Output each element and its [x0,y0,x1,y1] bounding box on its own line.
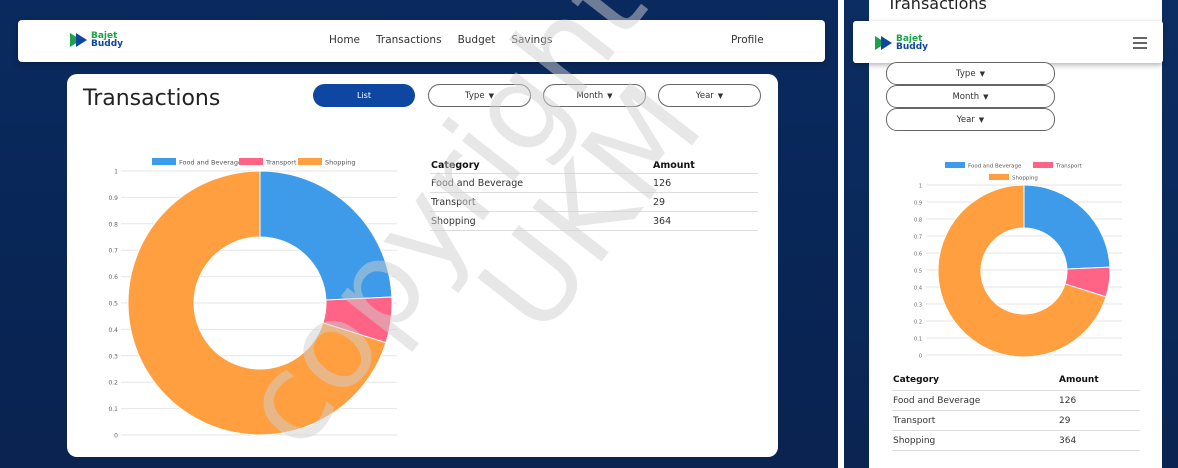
legend-swatch [152,158,176,165]
cell-category: Food and Beverage [893,395,981,406]
logo-icon [70,33,88,47]
y-tick-label: 1 [114,169,118,176]
doughnut-chart: 1 0.9 0.8 0.7 0.6 0.5 0.4 0.3 0.2 0.1 0 Food and Be… [108,158,397,440]
table-header: Category Amount [892,375,1140,390]
table-row: Food and Beverage 126 [430,173,758,192]
nav-home[interactable]: Home [329,34,360,46]
y-tick-label: 0.2 [108,380,118,387]
cell-category: Shopping [431,215,476,227]
nav-transactions[interactable]: Transactions [376,34,442,46]
year-filter-label: Year [956,114,975,125]
caret-down-icon: ▼ [978,115,985,124]
y-tick-label: 0 [114,433,118,440]
mobile-brand-logo[interactable]: Bajet Buddy [875,35,929,52]
table-header: Category Amount [430,160,758,173]
legend-label: Food and Beverage [179,159,242,167]
caret-down-icon: ▼ [983,92,989,101]
mobile-page-title: Transactions [887,0,987,13]
cell-category: Food and Beverage [431,177,524,189]
legend-label: Transport [265,159,297,167]
mobile-navbar: Bajet Buddy [853,21,1163,63]
legend-swatch [239,158,263,165]
doughnut-slice [259,170,393,301]
nav-profile[interactable]: Profile [731,34,764,46]
cell-amount: 29 [1059,415,1071,426]
nav-budget[interactable]: Budget [458,34,496,46]
table-row: Shopping 364 [892,430,1140,451]
y-tick-label: 0.7 [108,248,118,255]
cell-category: Transport [431,196,476,208]
mobile-month-filter[interactable]: Month ▼ [886,85,1055,108]
type-filter-label: Type [956,68,976,79]
cell-category: Shopping [893,435,936,446]
header-category: Category [893,375,940,385]
cell-amount: 126 [653,177,672,189]
hamburger-menu-icon[interactable] [1133,37,1147,52]
brand-logo[interactable]: Bajet Buddy [70,32,124,49]
y-tick-label: 0.3 [108,353,118,360]
cell-category: Transport [893,415,936,426]
month-filter-label: Month [952,91,980,102]
header-amount: Amount [1059,375,1099,385]
cell-amount: 364 [653,215,672,227]
transactions-card: Transactions List Type ▼ Month ▼ Year ▼ 1 0.… [67,74,778,457]
y-tick-label: 0.1 [108,406,118,413]
header-amount: Amount [653,160,695,171]
table-row: Shopping 364 [430,211,758,231]
table-row: Transport 29 [430,192,758,211]
y-tick-label: 0.5 [108,301,118,308]
brand-line2: Buddy [91,39,124,49]
legend-swatch [298,158,322,165]
nav-savings[interactable]: Savings [511,34,552,46]
y-tick-label: 0.6 [108,274,118,281]
mobile-year-filter[interactable]: Year ▼ [886,108,1055,131]
mobile-category-table: Category Amount Food and Beverage 126 Tr… [892,375,1140,451]
y-tick-label: 0.4 [108,327,118,334]
brand-line2: Buddy [896,42,929,52]
y-tick-label: 0.9 [108,195,118,202]
cell-amount: 126 [1059,395,1077,406]
cell-amount: 364 [1059,435,1077,446]
y-tick-label: 0.8 [108,221,118,228]
caret-down-icon: ▼ [979,69,985,78]
logo-icon [875,36,893,50]
navbar: Bajet Buddy Home Transactions Budget Sav… [18,20,825,62]
legend-label: Shopping [325,159,356,167]
table-row: Food and Beverage 126 [892,390,1140,410]
table-row: Transport 29 [892,410,1140,430]
cell-amount: 29 [653,196,666,208]
header-category: Category [431,160,480,171]
nav-links: Home Transactions Budget Savings [329,34,552,46]
category-table: Category Amount Food and Beverage 126 Tr… [430,160,758,231]
mobile-type-filter[interactable]: Type ▼ [886,62,1055,85]
